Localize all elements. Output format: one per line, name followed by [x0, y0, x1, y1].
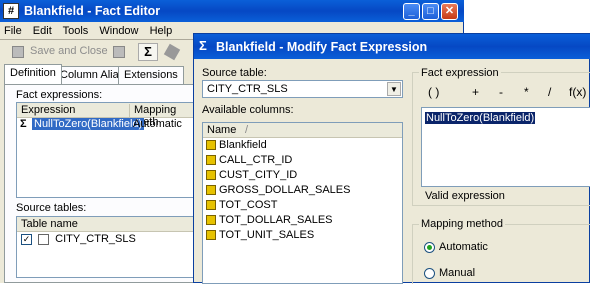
close-icon[interactable]: ✕ — [441, 3, 458, 20]
list-item[interactable]: TOT_COST — [203, 198, 402, 213]
column-name: TOT_DOLLAR_SALES — [219, 214, 333, 226]
fact-expression-label: Fact expression — [419, 67, 501, 79]
menu-bar: File Edit Tools Window Help — [4, 25, 180, 37]
column-icon — [206, 170, 216, 181]
mapping-cell: Automatic — [133, 118, 182, 130]
radio-unselected-icon — [424, 267, 435, 279]
column-name: TOT_COST — [219, 199, 278, 211]
tab-extensions[interactable]: Extensions — [118, 66, 184, 84]
menu-help[interactable]: Help — [150, 25, 173, 37]
expression-cell: NullToZero(Blankfield) — [32, 118, 145, 130]
menu-edit[interactable]: Edit — [33, 25, 52, 37]
table-row[interactable]: Σ NullToZero(Blankfield) Automatic — [17, 118, 195, 133]
available-columns-list[interactable]: Name / Blankfield CALL_CTR_ID CUST_CITY_… — [202, 122, 403, 284]
tab-strip: Definition Column Alias Extensions — [4, 64, 194, 86]
maximize-icon[interactable]: □ — [422, 3, 439, 20]
column-name: TOT_UNIT_SALES — [219, 229, 315, 241]
column-icon — [206, 230, 216, 241]
save-and-close-button[interactable]: Save and Close — [30, 45, 108, 57]
column-icon — [206, 215, 216, 226]
divide-button[interactable]: / — [548, 85, 551, 99]
modify-fact-expression-dialog: Σ Blankfield - Modify Fact Expression So… — [193, 33, 590, 284]
column-icon — [206, 155, 216, 166]
minus-button[interactable]: - — [499, 85, 503, 99]
multiply-button[interactable]: * — [524, 85, 529, 99]
column-icon — [206, 185, 216, 196]
source-table-value: CITY_CTR_SLS — [207, 83, 288, 95]
radio-selected-icon — [424, 241, 435, 253]
source-tables-label: Source tables: — [16, 202, 87, 214]
save-icon-2[interactable] — [113, 46, 125, 58]
fact-expression-editor[interactable]: NullToZero(Blankfield) — [421, 107, 590, 187]
expression-text: NullToZero(Blankfield) — [425, 112, 536, 124]
minimize-icon[interactable]: _ — [403, 3, 420, 20]
column-name: Blankfield — [219, 139, 267, 151]
source-tables-list[interactable]: Table name ✓ CITY_CTR_SLS — [16, 216, 196, 278]
radio-automatic-label: Automatic — [439, 241, 488, 253]
source-table-label: Source table: — [202, 67, 267, 79]
menu-window[interactable]: Window — [99, 25, 138, 37]
list-item[interactable]: CALL_CTR_ID — [203, 153, 402, 168]
table-name-header[interactable]: Table name — [17, 217, 195, 232]
operator-toolbar: ( ) + - * / f(x) — [420, 85, 590, 103]
chevron-down-icon[interactable]: ▼ — [387, 82, 401, 96]
sigma-row-icon: Σ — [20, 118, 27, 130]
dialog-titlebar[interactable]: Σ Blankfield - Modify Fact Expression — [194, 34, 590, 59]
radio-automatic[interactable]: Automatic — [424, 241, 488, 253]
sort-icon: / — [245, 124, 249, 136]
fact-expressions-list[interactable]: Expression Mapping meth Σ NullToZero(Bla… — [16, 102, 196, 198]
validation-status: Valid expression — [425, 190, 505, 202]
expressions-header: Expression Mapping meth — [17, 103, 195, 128]
radio-manual-label: Manual — [439, 267, 476, 279]
column-header-expression[interactable]: Expression — [21, 104, 75, 116]
table-name-cell: CITY_CTR_SLS — [55, 233, 136, 245]
parentheses-button[interactable]: ( ) — [428, 85, 439, 99]
source-table-select[interactable]: CITY_CTR_SLS ▼ — [202, 80, 403, 98]
name-header[interactable]: Name / — [203, 123, 402, 138]
sigma-icon[interactable]: Σ — [138, 43, 158, 61]
list-item[interactable]: GROSS_DOLLAR_SALES — [203, 183, 402, 198]
toolbar: Save and Close Σ — [6, 43, 196, 63]
table-icon — [38, 233, 50, 245]
column-icon — [206, 200, 216, 211]
menu-file[interactable]: File — [4, 25, 22, 37]
dialog-title: Blankfield - Modify Fact Expression — [216, 40, 428, 54]
list-item[interactable]: TOT_DOLLAR_SALES — [203, 213, 402, 228]
sigma-icon: Σ — [199, 38, 207, 53]
column-name: GROSS_DOLLAR_SALES — [219, 184, 351, 196]
tool-icon[interactable] — [163, 43, 181, 61]
available-columns-label: Available columns: — [202, 104, 294, 116]
list-item[interactable]: TOT_UNIT_SALES — [203, 228, 402, 243]
table-row[interactable]: ✓ CITY_CTR_SLS — [17, 232, 195, 248]
list-item[interactable]: Blankfield — [203, 138, 402, 153]
tab-definition[interactable]: Definition — [4, 64, 62, 84]
app-icon: # — [3, 3, 19, 19]
plus-button[interactable]: + — [472, 85, 479, 99]
menu-tools[interactable]: Tools — [63, 25, 89, 37]
save-icon — [12, 46, 24, 58]
checkbox-checked-icon[interactable]: ✓ — [21, 233, 32, 245]
mapping-method-label: Mapping method — [419, 218, 505, 230]
column-name: CUST_CITY_ID — [219, 169, 298, 181]
fact-expressions-label: Fact expressions: — [16, 89, 103, 101]
fact-editor-titlebar[interactable]: # Blankfield - Fact Editor _ □ ✕ — [0, 0, 464, 22]
function-button[interactable]: f(x) — [569, 85, 586, 99]
column-icon — [206, 140, 216, 151]
column-name: CALL_CTR_ID — [219, 154, 293, 166]
list-item[interactable]: CUST_CITY_ID — [203, 168, 402, 183]
radio-manual[interactable]: Manual — [424, 267, 475, 279]
name-header-label: Name — [207, 124, 237, 136]
window-title: Blankfield - Fact Editor — [24, 4, 161, 18]
